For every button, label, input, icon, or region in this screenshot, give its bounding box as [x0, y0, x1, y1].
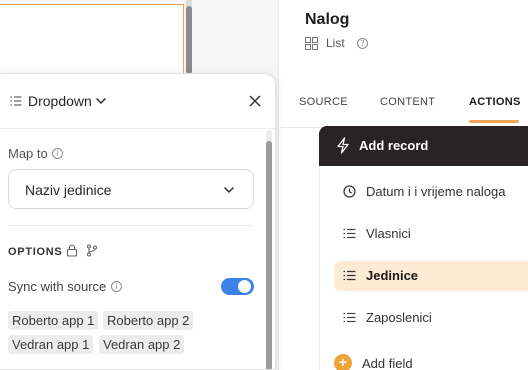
map-to-label: Map to	[8, 146, 48, 161]
field-label: Datum i i vrijeme naloga	[366, 184, 506, 199]
field-row[interactable]: Zaposlenici	[334, 303, 528, 333]
clock-icon	[343, 185, 356, 198]
option-chip: Roberto app 2	[103, 311, 194, 330]
lock-icon	[66, 244, 78, 257]
tab-content[interactable]: CONTENT	[380, 96, 435, 108]
field-row-selected[interactable]: Jedinice	[334, 261, 528, 291]
option-chip: Vedran app 1	[8, 335, 94, 354]
add-record-action[interactable]: Add record	[319, 126, 528, 166]
options-heading: OPTIONS	[8, 246, 63, 258]
field-label: Vlasnici	[366, 226, 411, 241]
option-chip: Vedran app 2	[99, 335, 185, 354]
add-record-label: Add record	[359, 138, 429, 153]
option-chip: Roberto app 1	[8, 311, 99, 330]
list-icon	[10, 96, 22, 106]
canvas-scrollbar-thumb[interactable]	[186, 6, 192, 74]
list-icon	[343, 312, 356, 323]
info-icon[interactable]: i	[52, 148, 63, 159]
field-row[interactable]: Datum i i vrijeme naloga	[334, 177, 528, 207]
selected-component-preview[interactable]	[0, 4, 184, 76]
component-title: Nalog	[305, 11, 350, 28]
info-icon[interactable]: ?	[357, 38, 368, 49]
tab-actions[interactable]: ACTIONS	[469, 96, 521, 108]
tab-source[interactable]: SOURCE	[299, 96, 348, 108]
sync-with-source-toggle[interactable]	[221, 278, 254, 295]
map-to-value: Naziv jedinice	[25, 182, 112, 198]
list-icon	[343, 228, 356, 239]
panel-header: Dropdown	[0, 74, 275, 129]
lightning-icon	[337, 137, 349, 154]
grid-icon	[305, 37, 318, 50]
divider	[8, 225, 254, 226]
field-label: Zaposlenici	[366, 310, 432, 325]
branch-icon	[86, 244, 98, 257]
field-label: Jedinice	[366, 268, 419, 283]
toggle-knob	[238, 280, 251, 293]
info-icon[interactable]: i	[111, 281, 122, 292]
field-row[interactable]: Vlasnici	[334, 219, 528, 249]
close-icon[interactable]	[248, 94, 262, 108]
dropdown-settings-panel: Dropdown Map to i Naziv jedinice OPTIONS…	[0, 73, 276, 370]
add-field-label: Add field	[362, 356, 413, 370]
chevron-down-icon	[223, 186, 235, 194]
panel-title[interactable]: Dropdown	[28, 93, 92, 109]
active-tab-indicator	[469, 120, 519, 123]
map-to-select[interactable]: Naziv jedinice	[8, 169, 254, 209]
sync-with-source-label: Sync with source	[8, 279, 107, 294]
panel-scrollbar-thumb[interactable]	[266, 141, 272, 369]
add-field-button[interactable]: + Add field	[334, 352, 434, 370]
chevron-down-icon[interactable]	[95, 96, 107, 106]
plus-icon: +	[334, 354, 352, 370]
list-icon	[343, 270, 356, 281]
view-type-label: List	[326, 36, 345, 50]
